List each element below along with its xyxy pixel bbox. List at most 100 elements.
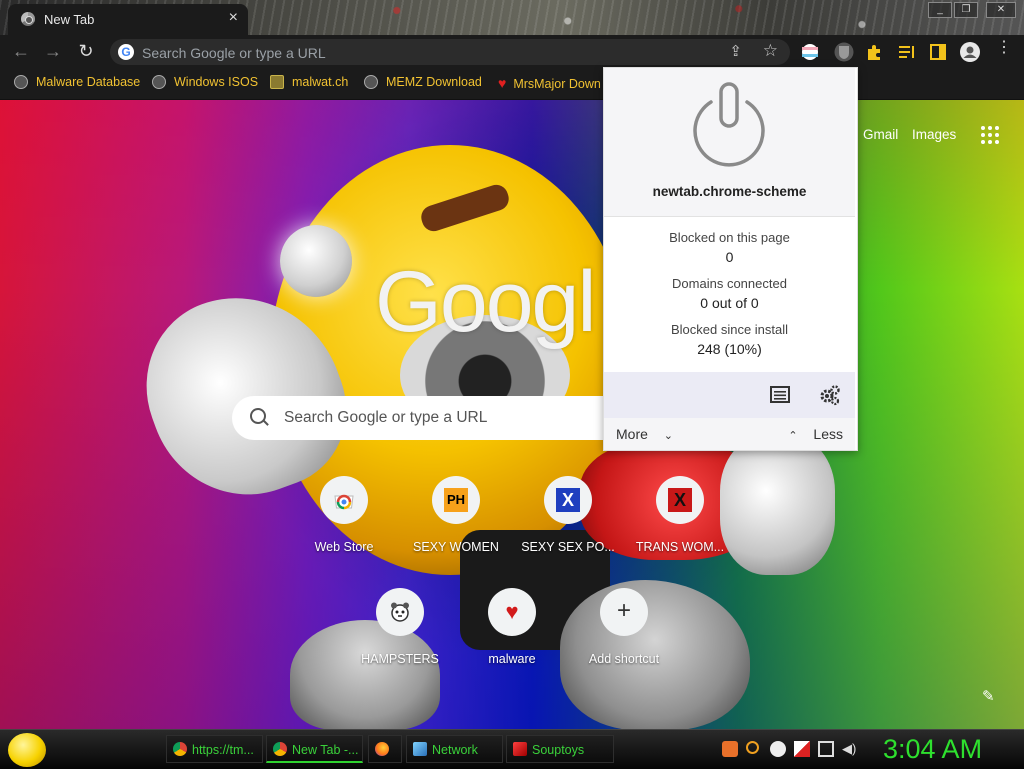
bookmark-malware-database[interactable]: Malware Database (14, 75, 140, 93)
omnibox[interactable]: G Search Google or type a URL ⇪ ☆ (110, 39, 790, 65)
task-label: Souptoys (532, 743, 585, 757)
shortcut-hampsters[interactable]: HAMPSTERS (344, 588, 456, 688)
shortcut-web-store[interactable]: Web Store (288, 476, 400, 576)
close-window-button[interactable]: ✕ (986, 2, 1016, 18)
x-blue-icon: X (556, 488, 580, 512)
task-souptoys[interactable]: Souptoys (506, 735, 614, 763)
reload-button[interactable]: ↻ (75, 41, 97, 63)
figure-icon (270, 75, 284, 89)
chevron-down-icon: ⌄ (663, 430, 674, 442)
images-link[interactable]: Images (912, 127, 956, 142)
blocked-since-install-label: Blocked since install (670, 322, 789, 337)
heart-icon: ♥ (498, 75, 507, 91)
shortcut-label: SEXY SEX PO... (521, 540, 615, 554)
shortcut-label: Web Store (314, 540, 374, 554)
blocked-on-page-label: Blocked on this page (669, 230, 790, 245)
less-button[interactable]: ⌃ Less (788, 426, 843, 442)
ublock-extension-icon[interactable] (834, 42, 854, 62)
task-https[interactable]: https://tm... (166, 735, 263, 763)
task-network[interactable]: Network (406, 735, 503, 763)
tab-favicon-icon (21, 12, 35, 26)
task-new-tab[interactable]: New Tab -... (266, 735, 363, 763)
shortcut-malware[interactable]: ♥ malware (456, 588, 568, 688)
tray-volume-icon[interactable]: ◀) (842, 741, 858, 757)
firefox-icon (375, 742, 389, 756)
bookmark-malwatch[interactable]: malwat.ch (270, 75, 348, 93)
shortcut-icon-circle: X (544, 476, 592, 524)
gmail-link[interactable]: Gmail (863, 127, 898, 142)
shortcut-sexy-sex-po[interactable]: X SEXY SEX PO... (512, 476, 624, 576)
customize-pencil-icon[interactable]: ✎ (982, 687, 995, 705)
shortcut-icon-circle: + (600, 588, 648, 636)
share-icon[interactable]: ⇪ (729, 42, 742, 60)
heart-icon: ♥ (505, 599, 519, 624)
hamster-icon (391, 602, 409, 622)
domains-connected-label: Domains connected (672, 276, 787, 291)
souptoys-icon (513, 742, 527, 756)
tray-flag-icon[interactable] (794, 741, 810, 757)
less-label: Less (813, 426, 843, 442)
background-microphone (280, 225, 352, 297)
menu-kebab-icon[interactable]: ⋮ (996, 40, 1012, 56)
ntp-search-placeholder: Search Google or type a URL (284, 409, 488, 426)
shortcut-sexy-women[interactable]: PH SEXY WOMEN (400, 476, 512, 576)
power-switch-icon[interactable] (683, 78, 775, 170)
bookmark-label: malwat.ch (292, 75, 349, 89)
forward-button[interactable]: → (42, 41, 64, 63)
popup-domain: newtab.chrome-scheme (652, 184, 807, 199)
x-red-icon: X (668, 488, 692, 512)
google-logo: Googl (375, 254, 596, 350)
popup-header: newtab.chrome-scheme (604, 68, 855, 217)
profile-flag-extension-icon[interactable] (800, 42, 820, 62)
task-label: Network (432, 743, 478, 757)
globe-icon (14, 75, 28, 89)
google-apps-grid-icon[interactable] (981, 126, 999, 144)
tray-network-icon[interactable] (818, 741, 834, 757)
globe-icon (364, 75, 378, 89)
popup-tools (604, 372, 855, 418)
bookmark-label: Windows ISOS (174, 75, 259, 89)
new-tab-page: Gmail Images Googl Search Google or type… (0, 100, 1024, 729)
more-label: More (616, 426, 648, 442)
google-g-icon: G (118, 44, 134, 60)
minimize-button[interactable]: _ (928, 2, 952, 18)
reading-list-icon[interactable] (897, 42, 917, 62)
shortcut-label: HAMPSTERS (361, 652, 439, 666)
network-icon (413, 742, 427, 756)
side-panel-icon[interactable] (928, 42, 948, 62)
back-button[interactable]: ← (10, 41, 32, 63)
tray-app-icon[interactable] (722, 741, 738, 757)
maximize-button[interactable]: ❐ (954, 2, 978, 18)
shortcut-icon-circle: X (656, 476, 704, 524)
bookmark-windows-isos[interactable]: Windows ISOS (152, 75, 258, 93)
taskbar: https://tm... New Tab -... Network Soupt… (0, 729, 1024, 769)
shortcut-add[interactable]: + Add shortcut (568, 588, 680, 688)
task-firefox[interactable] (368, 735, 402, 763)
extensions-puzzle-icon[interactable] (864, 42, 884, 62)
blocked-on-page-value: 0 (725, 249, 734, 265)
tray-smiley-icon[interactable] (770, 741, 786, 757)
tab-title: New Tab (44, 12, 95, 27)
bookmark-mrsmajor-download[interactable]: ♥ MrsMajor Down (498, 75, 601, 93)
shortcut-label: Add shortcut (588, 652, 660, 666)
bookmark-star-icon[interactable]: ☆ (763, 41, 778, 61)
profile-avatar-icon[interactable] (960, 42, 980, 62)
background-glove-right (720, 435, 835, 575)
ph-icon: PH (444, 488, 468, 512)
chrome-icon (273, 742, 287, 756)
shortcut-trans-wom[interactable]: X TRANS WOM... (624, 476, 736, 576)
omnibox-placeholder: Search Google or type a URL (142, 45, 326, 61)
more-button[interactable]: More ⌄ (616, 426, 673, 442)
tab-new-tab[interactable]: New Tab × (8, 4, 248, 35)
plus-icon: + (616, 597, 631, 624)
start-button-smiley-icon[interactable] (8, 733, 46, 767)
taskbar-clock[interactable]: 3:04 AM (883, 734, 982, 765)
logger-list-icon[interactable] (770, 386, 790, 403)
webstore-icon (334, 494, 354, 510)
blocked-since-install-value: 248 (10%) (697, 341, 762, 357)
bookmark-memz-download[interactable]: MEMZ Download (364, 75, 482, 93)
settings-gears-icon[interactable] (819, 384, 841, 406)
tab-close-button[interactable]: × (229, 9, 238, 27)
tray-search-icon[interactable] (746, 741, 762, 757)
search-icon (250, 408, 266, 424)
